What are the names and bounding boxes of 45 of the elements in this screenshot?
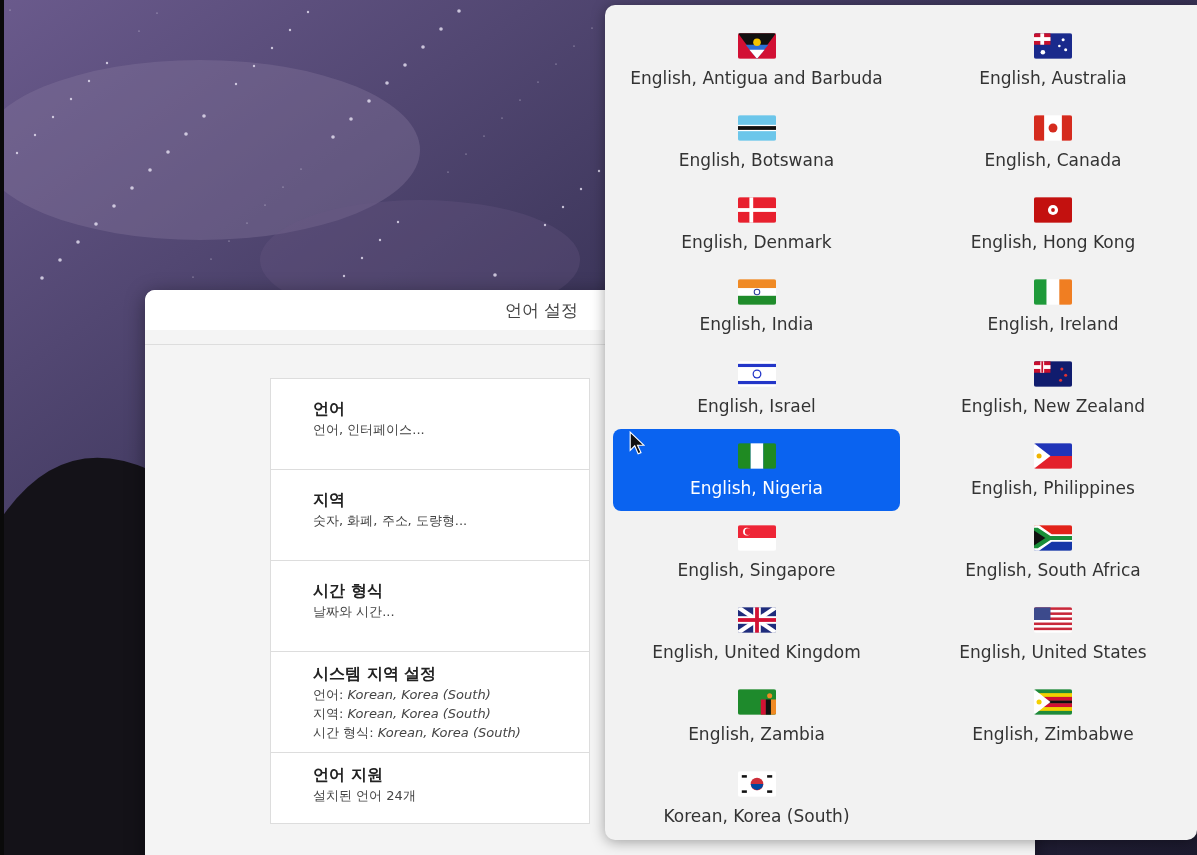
settings-item[interactable]: 시스템 지역 설정 언어: Korean, Korea (South) 지역: Korean, Korea (South) 시간 형식: Korean, Korea (South) xyxy=(271,652,589,753)
settings-item[interactable]: 시간 형식 날짜와 시간... xyxy=(271,561,589,652)
locale-option[interactable]: English, Ireland xyxy=(908,265,1197,347)
locale-option[interactable]: English, Israel xyxy=(613,347,900,429)
flag-icon xyxy=(1034,524,1072,551)
locale-option[interactable]: English, South Africa xyxy=(908,511,1197,593)
locale-option[interactable]: English, Hong Kong xyxy=(908,183,1197,265)
locale-option[interactable]: English, Singapore xyxy=(613,511,900,593)
locale-option[interactable]: English, United States xyxy=(908,593,1197,675)
locale-option[interactable]: English, Denmark xyxy=(613,183,900,265)
flag-icon xyxy=(1034,32,1072,59)
settings-item[interactable]: 언어 언어, 인터페이스... xyxy=(271,379,589,470)
flag-icon xyxy=(1034,688,1072,715)
flag-icon xyxy=(1034,114,1072,141)
settings-item[interactable]: 지역 숫자, 화폐, 주소, 도량형... xyxy=(271,470,589,561)
flag-icon xyxy=(1034,278,1072,305)
locale-option[interactable]: English, India xyxy=(613,265,900,347)
flag-icon xyxy=(737,360,776,387)
flag-icon xyxy=(737,688,776,715)
flag-icon xyxy=(1034,606,1072,633)
flag-icon xyxy=(737,606,776,633)
flag-icon xyxy=(1034,360,1072,387)
flag-icon xyxy=(737,770,776,797)
locale-option[interactable]: English, Botswana xyxy=(613,101,900,183)
flag-icon xyxy=(737,524,776,551)
locale-option[interactable]: English, Australia xyxy=(908,19,1197,101)
locale-option[interactable]: English, Canada xyxy=(908,101,1197,183)
locale-option[interactable]: English, Antigua and Barbuda xyxy=(613,19,900,101)
settings-item[interactable]: 언어 지원 설치된 언어 24개 xyxy=(271,753,589,823)
flag-icon xyxy=(1034,196,1072,223)
flag-icon xyxy=(1034,442,1072,469)
locale-option[interactable]: Korean, Korea (South) xyxy=(613,757,900,839)
locale-option[interactable]: English, Nigeria xyxy=(613,429,900,511)
flag-icon xyxy=(737,114,776,141)
locale-option[interactable]: English, United Kingdom xyxy=(613,593,900,675)
locale-option[interactable]: English, Zimbabwe xyxy=(908,675,1197,757)
window-title: 언어 설정 xyxy=(505,298,579,322)
locale-option[interactable]: English, Zambia xyxy=(613,675,900,757)
locale-option[interactable]: English, Philippines xyxy=(908,429,1197,511)
flag-icon xyxy=(737,278,776,305)
flag-icon xyxy=(737,32,776,59)
flag-icon xyxy=(737,442,776,469)
cursor-icon xyxy=(629,431,645,456)
flag-icon xyxy=(737,196,776,223)
locale-option[interactable]: English, New Zealand xyxy=(908,347,1197,429)
